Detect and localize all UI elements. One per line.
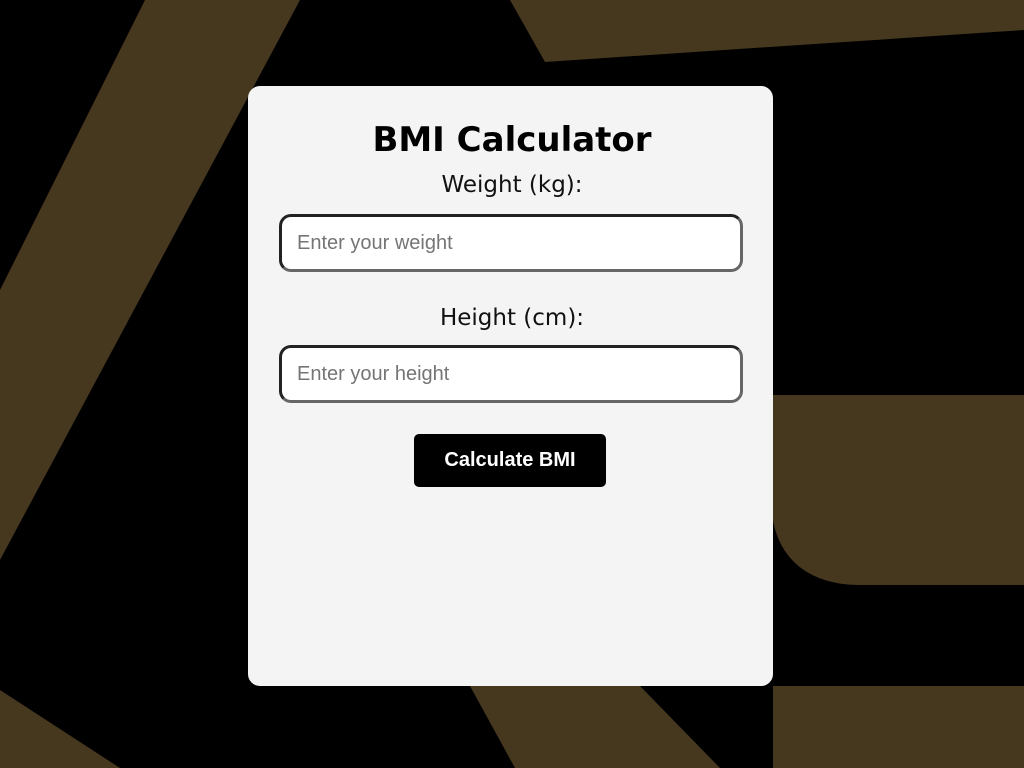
weight-input[interactable] [279,214,743,272]
page-background: BMI Calculator Weight (kg): Height (cm):… [0,0,1024,768]
height-label: Height (cm): [439,305,585,331]
weight-label: Weight (kg): [441,172,583,198]
calculate-bmi-button[interactable]: Calculate BMI [414,434,606,487]
page-title: BMI Calculator [372,120,652,160]
height-input[interactable] [279,345,743,403]
